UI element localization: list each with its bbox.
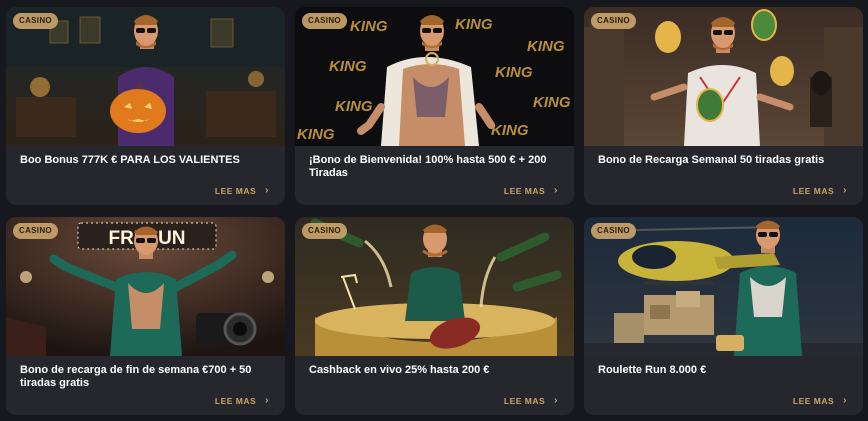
read-more-link[interactable]: LEE MAS › — [792, 185, 847, 197]
promo-title: Bono de recarga de fin de semana €700 + … — [20, 364, 252, 389]
king-watermark-text: KING — [533, 94, 571, 111]
promo-title: Roulette Run 8.000 € — [598, 364, 707, 376]
casino-badge: CASINO — [302, 223, 347, 239]
casino-badge: CASINO — [302, 13, 347, 29]
king-watermark-text: KING — [527, 38, 565, 55]
casino-badge: CASINO — [591, 223, 636, 239]
read-more-label: LEE MAS — [792, 186, 835, 196]
promo-title: Bono de Recarga Semanal 50 tiradas grati… — [598, 154, 825, 166]
promo-card[interactable]: KING KING KING KING KING KING KING KING … — [295, 7, 574, 205]
promo-card[interactable]: FRI-SUN CASINO Bono de recarga de fin de… — [6, 217, 285, 415]
king-watermark-text: KING — [350, 18, 388, 35]
read-more-link[interactable]: LEE MAS › — [792, 395, 847, 407]
king-watermark-text: KING — [329, 58, 367, 75]
chevron-right-icon: › — [554, 395, 558, 406]
king-watermark-text: KING — [297, 126, 335, 143]
king-watermark-text: KING — [335, 98, 373, 115]
read-more-link[interactable]: LEE MAS › — [214, 185, 269, 197]
read-more-label: LEE MAS — [503, 186, 546, 196]
promo-title: Boo Bonus 777K € PARA LOS VALIENTES — [20, 154, 240, 166]
casino-badge: CASINO — [13, 13, 58, 29]
casino-badge: CASINO — [591, 13, 636, 29]
chevron-right-icon: › — [265, 395, 269, 406]
read-more-label: LEE MAS — [214, 186, 257, 196]
promo-card[interactable]: CASINO Roulette Run 8.000 € LEE MAS › — [584, 217, 863, 415]
read-more-link[interactable]: LEE MAS › — [503, 185, 558, 197]
casino-badge: CASINO — [13, 223, 58, 239]
chevron-right-icon: › — [265, 185, 269, 196]
read-more-link[interactable]: LEE MAS › — [503, 395, 558, 407]
king-watermark-text: KING — [455, 16, 493, 33]
read-more-link[interactable]: LEE MAS › — [214, 395, 269, 407]
promo-card[interactable]: CASINO Boo Bonus 777K € PARA LOS VALIENT… — [6, 7, 285, 205]
promo-card[interactable]: CASINO Bono de Recarga Semanal 50 tirada… — [584, 7, 863, 205]
chevron-right-icon: › — [843, 395, 847, 406]
promotions-grid: CASINO Boo Bonus 777K € PARA LOS VALIENT… — [0, 0, 868, 421]
read-more-label: LEE MAS — [792, 396, 835, 406]
king-watermark-text: KING — [491, 122, 529, 139]
king-watermark-text: KING — [495, 64, 533, 81]
promo-title: Cashback en vivo 25% hasta 200 € — [309, 364, 490, 376]
chevron-right-icon: › — [843, 185, 847, 196]
read-more-label: LEE MAS — [503, 396, 546, 406]
chevron-right-icon: › — [554, 185, 558, 196]
promo-title: ¡Bono de Bienvenida! 100% hasta 500 € + … — [309, 154, 547, 179]
promo-card[interactable]: CASINO Cashback en vivo 25% hasta 200 € … — [295, 217, 574, 415]
read-more-label: LEE MAS — [214, 396, 257, 406]
